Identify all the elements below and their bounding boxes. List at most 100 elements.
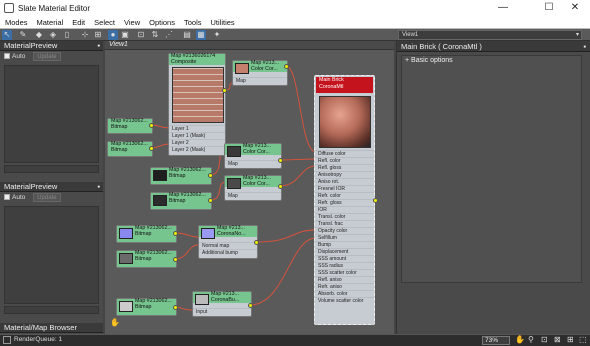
map-slot[interactable]: Map (225, 160, 281, 167)
socket[interactable] (208, 198, 213, 203)
hand-pan-icon[interactable]: ✋ (110, 318, 120, 327)
bitmap-node-7[interactable]: Map #213062... Bitmap (116, 298, 177, 316)
slot-opacity-color[interactable]: Opacity color (315, 227, 374, 234)
color-correction-node-3-header[interactable]: Map #213... Color Cor... (225, 175, 281, 189)
slot-displacement[interactable]: Displacement (315, 248, 374, 255)
slot-refr-aniso[interactable]: Refr. aniso (315, 283, 374, 290)
bitmap-node-5[interactable]: Map #213062... Bitmap (116, 225, 177, 243)
slot-bump[interactable]: Bump (315, 241, 374, 248)
color-correction-node-2-header[interactable]: Map #213... Color Cor... (225, 143, 281, 157)
basic-options-rollout: + Basic options (401, 55, 582, 283)
bitmap-node-1-header[interactable]: Map #213062... Bitmap (108, 118, 152, 133)
slot-anisotropy[interactable]: Anisotropy (315, 171, 374, 178)
node-type: Bitmap (111, 146, 128, 153)
bitmap-node-6-header[interactable]: Map #213062... Bitmap (117, 250, 176, 267)
socket[interactable] (373, 198, 378, 203)
color-correction-node-1[interactable]: Map #213... Color Cor... Map (232, 60, 288, 86)
slot-selfillum[interactable]: Selfillum (315, 234, 374, 241)
thumbnail (119, 228, 133, 239)
rollout-toggle-icon[interactable]: + (405, 57, 409, 64)
socket[interactable] (208, 173, 213, 178)
slot-absorb-color[interactable]: Absorb. color (315, 290, 374, 297)
thumbnail (119, 301, 133, 312)
additional-bump-slot[interactable]: Additional bump (199, 249, 257, 256)
corona-normal-node-header[interactable]: Map #213... CoronaNo... (199, 225, 257, 239)
input-slot[interactable]: Input (193, 308, 251, 315)
zoom-region-icon[interactable]: ⊡ (541, 335, 548, 344)
bitmap-node-4[interactable]: Map #213062... Bitmap (150, 192, 212, 210)
status-bar: RenderQueue: 1 73% ✋ ⚲ ⊡ ⊠ ⊞ ⬚ (0, 334, 590, 346)
slot-sss-amount[interactable]: SSS amount (315, 255, 374, 262)
bitmap-node-2-header[interactable]: Map #213062... Bitmap (108, 141, 152, 156)
composite-slot-layer1-mask[interactable]: Layer 1 (Mask) (169, 132, 225, 139)
thumbnail (227, 146, 241, 157)
composite-slot-layer2[interactable]: Layer 2 (169, 139, 225, 146)
bitmap-node-1[interactable]: Map #213062... Bitmap (107, 118, 153, 134)
socket[interactable] (173, 305, 178, 310)
sticky-icon[interactable]: ⬚ (579, 335, 587, 344)
slot-volume-scatter-color[interactable]: Volume scatter color (315, 297, 374, 304)
bitmap-node-5-header[interactable]: Map #213062... Bitmap (117, 225, 176, 242)
zoom-extents-icon[interactable]: ⊠ (554, 335, 561, 344)
close-icon[interactable]: ▪ (583, 41, 586, 52)
composite-slot-layer1[interactable]: Layer 1 (169, 125, 225, 132)
corona-bump-node-header[interactable]: Map #213... CoronaBu... (193, 291, 251, 305)
node-type: Bitmap (135, 255, 152, 262)
socket[interactable] (173, 231, 178, 236)
thumbnail (235, 63, 249, 74)
bitmap-node-2[interactable]: Map #213062... Bitmap (107, 141, 153, 157)
slot-sss-radius[interactable]: SSS radius (315, 262, 374, 269)
color-correction-node-3[interactable]: Map #213... Color Cor... Map (224, 175, 282, 201)
slot-aniso-rot[interactable]: Aniso rot. (315, 178, 374, 185)
slot-transl-frac[interactable]: Transl. frac (315, 220, 374, 227)
color-correction-node-1-header[interactable]: Map #213... Color Cor... (233, 60, 287, 74)
bitmap-node-3-header[interactable]: Map #213062... Bitmap (151, 167, 211, 184)
node-type: Bitmap (111, 123, 128, 130)
slot-ior[interactable]: IOR (315, 206, 374, 213)
pan-icon[interactable]: ✋ (515, 335, 525, 344)
main-material-header[interactable]: Main Brick CoronaMtl (316, 77, 373, 93)
corona-normal-node[interactable]: Map #213... CoronaNo... Normal map Addit… (198, 225, 258, 259)
slot-refl-color[interactable]: Refl. color (315, 157, 374, 164)
slot-refl-gloss[interactable]: Refl. gloss (315, 164, 374, 171)
color-correction-node-2[interactable]: Map #213... Color Cor... Map (224, 143, 282, 169)
node-type: Color Cor... (251, 65, 278, 72)
socket[interactable] (278, 158, 283, 163)
composite-slot-layer2-mask[interactable]: Layer 2 (Mask) (169, 146, 225, 153)
bitmap-node-4-header[interactable]: Map #213062... Bitmap (151, 192, 211, 209)
map-slot[interactable]: Map (233, 77, 287, 84)
corona-bump-node[interactable]: Map #213... CoronaBu... Input (192, 291, 252, 317)
basic-options-title[interactable]: Basic options (411, 57, 453, 64)
slot-refr-color[interactable]: Refr. color (315, 192, 374, 199)
main-material-node[interactable]: Main Brick CoronaMtl Diffuse color Refl.… (314, 75, 375, 325)
socket[interactable] (173, 257, 178, 262)
composite-node[interactable]: Map #2136026174 Composite Layer 1 Layer … (168, 53, 226, 156)
socket[interactable] (149, 146, 154, 151)
zoom-dropdown[interactable]: 73% (482, 336, 510, 345)
socket[interactable] (222, 88, 227, 93)
zoom-icon[interactable]: ⚲ (528, 335, 534, 344)
slot-fresnel-ior[interactable]: Fresnel IOR (315, 185, 374, 192)
zoom-extents-selected-icon[interactable]: ⊞ (567, 335, 574, 344)
socket[interactable] (248, 303, 253, 308)
map-slot[interactable]: Map (225, 192, 281, 199)
socket[interactable] (278, 184, 283, 189)
node-type: Bitmap (135, 230, 152, 237)
node-type: Color Cor... (243, 148, 270, 155)
slot-refr-gloss[interactable]: Refr. gloss (315, 199, 374, 206)
normal-map-slot[interactable]: Normal map (199, 242, 257, 249)
socket[interactable] (149, 123, 154, 128)
slot-refl-aniso[interactable]: Refl. aniso (315, 276, 374, 283)
parameter-editor-title: Main Brick ( CoronaMtl ) (401, 42, 482, 51)
slot-transl-color[interactable]: Transl. color (315, 213, 374, 220)
bitmap-node-7-header[interactable]: Map #213062... Bitmap (117, 298, 176, 315)
slot-sss-scatter-color[interactable]: SSS scatter color (315, 269, 374, 276)
bitmap-node-3[interactable]: Map #213062... Bitmap (150, 167, 212, 185)
socket[interactable] (254, 240, 259, 245)
socket[interactable] (284, 64, 289, 69)
parameter-editor-header: Main Brick ( CoronaMtl ) ▪ (397, 41, 590, 52)
thumbnail (119, 253, 133, 264)
composite-node-header[interactable]: Map #2136026174 Composite (169, 53, 225, 65)
bitmap-node-6[interactable]: Map #213062... Bitmap (116, 250, 177, 268)
slot-diffuse-color[interactable]: Diffuse color (315, 150, 374, 157)
